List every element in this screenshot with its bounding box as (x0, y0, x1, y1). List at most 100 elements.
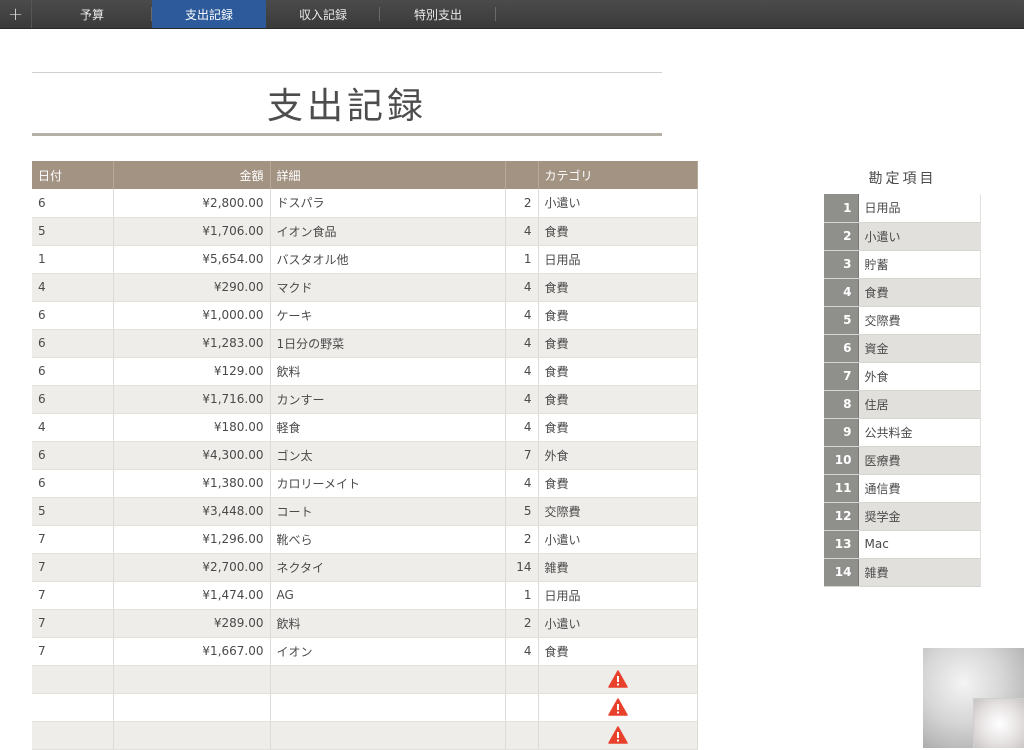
cell-detail[interactable]: イオン食品 (270, 217, 506, 246)
cell-category-code[interactable]: 4 (505, 273, 539, 302)
cell-empty[interactable] (505, 721, 539, 750)
cell-amount[interactable]: ¥3,448.00 (113, 497, 271, 526)
tab-special-expense[interactable]: 特別支出 (380, 0, 496, 28)
cell-category[interactable]: 外食 (538, 441, 698, 470)
account-name[interactable]: 交際費 (858, 306, 981, 335)
account-name[interactable]: 公共料金 (858, 418, 981, 447)
account-number[interactable]: 4 (824, 278, 859, 307)
cell-amount[interactable]: ¥1,474.00 (113, 581, 271, 610)
cell-category[interactable]: 日用品 (538, 245, 698, 274)
tab-budget[interactable]: 予算 (32, 0, 152, 28)
cell-amount[interactable]: ¥1,380.00 (113, 469, 271, 498)
cell-category-code[interactable]: 2 (505, 189, 539, 218)
cell-category[interactable]: 小遣い (538, 609, 698, 638)
cell-category-code[interactable]: 4 (505, 217, 539, 246)
cell-detail[interactable]: AG (270, 581, 506, 610)
cat-photo-inset[interactable] (973, 698, 1024, 748)
account-number[interactable]: 1 (824, 194, 859, 223)
cell-category-warning[interactable] (538, 665, 698, 694)
account-number[interactable]: 8 (824, 390, 859, 419)
cell-category-code[interactable]: 4 (505, 413, 539, 442)
cell-amount[interactable]: ¥289.00 (113, 609, 271, 638)
cell-empty[interactable] (32, 693, 114, 722)
cell-amount[interactable]: ¥2,700.00 (113, 553, 271, 582)
cell-amount[interactable]: ¥2,800.00 (113, 189, 271, 218)
cell-detail[interactable]: カロリーメイト (270, 469, 506, 498)
cell-empty[interactable] (270, 693, 506, 722)
cell-empty[interactable] (505, 693, 539, 722)
cell-category[interactable]: 食費 (538, 357, 698, 386)
account-number[interactable]: 11 (824, 474, 859, 503)
account-number[interactable]: 9 (824, 418, 859, 447)
cell-date[interactable]: 4 (32, 413, 114, 442)
account-name[interactable]: 医療費 (858, 446, 981, 475)
cell-date[interactable]: 5 (32, 217, 114, 246)
cell-empty[interactable] (505, 665, 539, 694)
cell-category-warning[interactable] (538, 693, 698, 722)
cell-detail[interactable]: バスタオル他 (270, 245, 506, 274)
cell-category-warning[interactable] (538, 721, 698, 750)
account-number[interactable]: 10 (824, 446, 859, 475)
cell-category[interactable]: 食費 (538, 273, 698, 302)
add-sheet-button[interactable]: + (0, 0, 32, 28)
cell-detail[interactable]: ネクタイ (270, 553, 506, 582)
cell-date[interactable]: 6 (32, 301, 114, 330)
cell-detail[interactable]: カンすー (270, 385, 506, 414)
cell-date[interactable]: 6 (32, 357, 114, 386)
account-name[interactable]: 小遣い (858, 222, 981, 251)
account-number[interactable]: 2 (824, 222, 859, 251)
cell-category[interactable]: 食費 (538, 469, 698, 498)
warning-triangle-icon[interactable] (607, 726, 628, 744)
cell-date[interactable]: 7 (32, 609, 114, 638)
warning-triangle-icon[interactable] (607, 698, 628, 716)
cell-empty[interactable] (270, 721, 506, 750)
cell-amount[interactable]: ¥290.00 (113, 273, 271, 302)
account-number[interactable]: 5 (824, 306, 859, 335)
cell-date[interactable]: 6 (32, 385, 114, 414)
account-name[interactable]: 雑費 (858, 558, 981, 587)
column-header-amount[interactable]: 金額 (113, 161, 271, 189)
cell-category[interactable]: 雑費 (538, 553, 698, 582)
account-name[interactable]: 外食 (858, 362, 981, 391)
tab-expense-record[interactable]: 支出記録 (152, 0, 266, 28)
cell-date[interactable]: 6 (32, 441, 114, 470)
cell-date[interactable]: 6 (32, 469, 114, 498)
cell-amount[interactable]: ¥1,716.00 (113, 385, 271, 414)
column-header-detail[interactable]: 詳細 (270, 161, 506, 189)
cell-detail[interactable]: 飲料 (270, 357, 506, 386)
cell-amount[interactable]: ¥180.00 (113, 413, 271, 442)
cell-date[interactable]: 7 (32, 637, 114, 666)
cell-detail[interactable]: 軽食 (270, 413, 506, 442)
cell-date[interactable]: 7 (32, 553, 114, 582)
cell-category[interactable]: 食費 (538, 329, 698, 358)
account-name[interactable]: Mac (858, 530, 981, 559)
cell-category-code[interactable]: 1 (505, 581, 539, 610)
cell-detail[interactable]: イオン (270, 637, 506, 666)
cell-amount[interactable]: ¥129.00 (113, 357, 271, 386)
cell-category-code[interactable]: 4 (505, 357, 539, 386)
account-number[interactable]: 14 (824, 558, 859, 587)
cell-category-code[interactable]: 2 (505, 525, 539, 554)
warning-triangle-icon[interactable] (607, 670, 628, 688)
cell-category-code[interactable]: 5 (505, 497, 539, 526)
cell-category-code[interactable]: 4 (505, 469, 539, 498)
cell-amount[interactable]: ¥1,000.00 (113, 301, 271, 330)
cell-detail[interactable]: マクド (270, 273, 506, 302)
account-number[interactable]: 6 (824, 334, 859, 363)
cell-empty[interactable] (32, 665, 114, 694)
tab-income-record[interactable]: 収入記録 (266, 0, 380, 28)
account-name[interactable]: 食費 (858, 278, 981, 307)
cell-category[interactable]: 食費 (538, 217, 698, 246)
cell-category[interactable]: 交際費 (538, 497, 698, 526)
cell-amount[interactable]: ¥5,654.00 (113, 245, 271, 274)
cell-category-code[interactable]: 4 (505, 329, 539, 358)
cell-empty[interactable] (113, 721, 271, 750)
cell-category[interactable]: 食費 (538, 385, 698, 414)
cell-detail[interactable]: ドスパラ (270, 189, 506, 218)
cell-category-code[interactable]: 4 (505, 385, 539, 414)
cell-detail[interactable]: ゴン太 (270, 441, 506, 470)
account-name[interactable]: 住居 (858, 390, 981, 419)
cell-category[interactable]: 小遣い (538, 525, 698, 554)
page-title[interactable]: 支出記録 (267, 77, 427, 129)
account-name[interactable]: 資金 (858, 334, 981, 363)
